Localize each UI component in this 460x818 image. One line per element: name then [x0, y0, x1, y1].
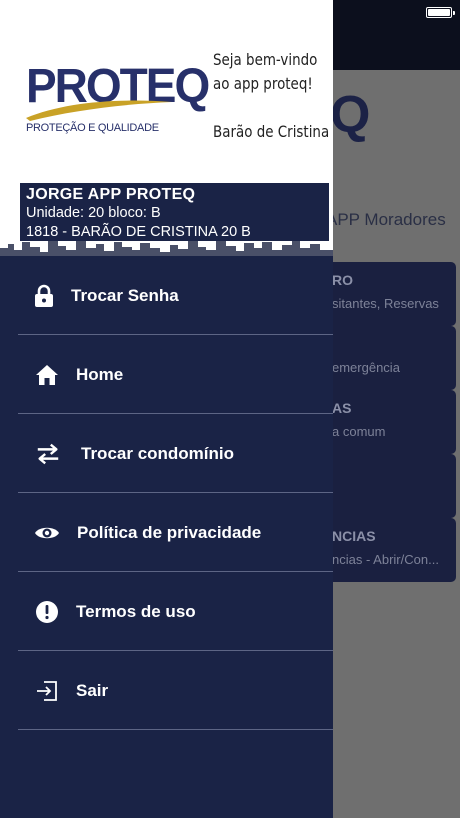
menu-item-label: Sair: [76, 680, 109, 700]
background-card[interactable]: emergência: [320, 326, 456, 390]
battery-icon: [426, 7, 455, 18]
menu-item-home[interactable]: Home: [0, 335, 333, 414]
menu-item-label: Trocar condomínio: [81, 443, 235, 463]
user-condominium: 1818 - BARÃO DE CRISTINA 20 B: [26, 224, 251, 240]
drawer-menu: Trocar Senha Home Trocar condomínio Polí…: [0, 256, 333, 730]
menu-item-label: Trocar Senha: [71, 285, 179, 305]
logo-tagline: PROTEÇÃO E QUALIDADE: [26, 122, 159, 134]
background-card[interactable]: AS a comum: [320, 390, 456, 454]
welcome-line: Seja bem-vindo: [213, 50, 318, 69]
menu-item-trocar-condominio[interactable]: Trocar condomínio: [0, 414, 333, 493]
welcome-message: Seja bem-vindo ao app proteq!: [213, 48, 318, 96]
card-subtitle: emergência: [332, 360, 400, 375]
alert-circle-icon: [34, 599, 60, 625]
card-subtitle: sitantes, Reservas: [332, 296, 439, 311]
background-app-title: APP Moradores: [326, 210, 446, 229]
menu-item-label: Termos de uso: [76, 601, 196, 621]
background-card[interactable]: [320, 454, 456, 518]
lock-icon: [31, 283, 57, 309]
user-info: JORGE APP PROTEQ Unidade: 20 bloco: B 18…: [20, 183, 329, 241]
menu-item-sair[interactable]: Sair: [0, 651, 333, 730]
menu-item-politica-privacidade[interactable]: Política de privacidade: [0, 493, 333, 572]
card-title: AS: [332, 400, 352, 416]
home-icon: [34, 362, 60, 388]
logout-icon: [34, 678, 60, 704]
menu-item-label: Home: [76, 364, 124, 384]
drawer-header: PROTEQ PROTEÇÃO E QUALIDADE Seja bem-vin…: [0, 0, 333, 256]
menu-item-trocar-senha[interactable]: Trocar Senha: [0, 256, 333, 335]
menu-item-label: Política de privacidade: [77, 522, 262, 542]
card-subtitle: a comum: [332, 424, 386, 439]
background-logo: Q: [330, 86, 370, 144]
welcome-line: ao app proteq!: [213, 74, 313, 93]
proteq-logo: PROTEQ PROTEÇÃO E QUALIDADE: [24, 58, 210, 148]
user-unit: Unidade: 20 bloco: B: [26, 205, 161, 221]
menu-item-termos-de-uso[interactable]: Termos de uso: [0, 572, 333, 651]
background-card[interactable]: NCIAS ncias - Abrir/Con...: [320, 518, 456, 582]
navigation-drawer: PROTEQ PROTEÇÃO E QUALIDADE Seja bem-vin…: [0, 0, 333, 818]
card-title: NCIAS: [332, 528, 376, 544]
card-subtitle: ncias - Abrir/Con...: [332, 552, 439, 567]
swap-arrows-icon: [35, 441, 61, 467]
eye-icon: [34, 520, 60, 546]
user-name: JORGE APP PROTEQ: [26, 186, 196, 203]
background-card[interactable]: RO sitantes, Reservas: [320, 262, 456, 326]
card-title: RO: [332, 272, 353, 288]
logo-swoosh: [26, 100, 172, 121]
condominium-name: Barão de Cristina: [213, 122, 330, 141]
